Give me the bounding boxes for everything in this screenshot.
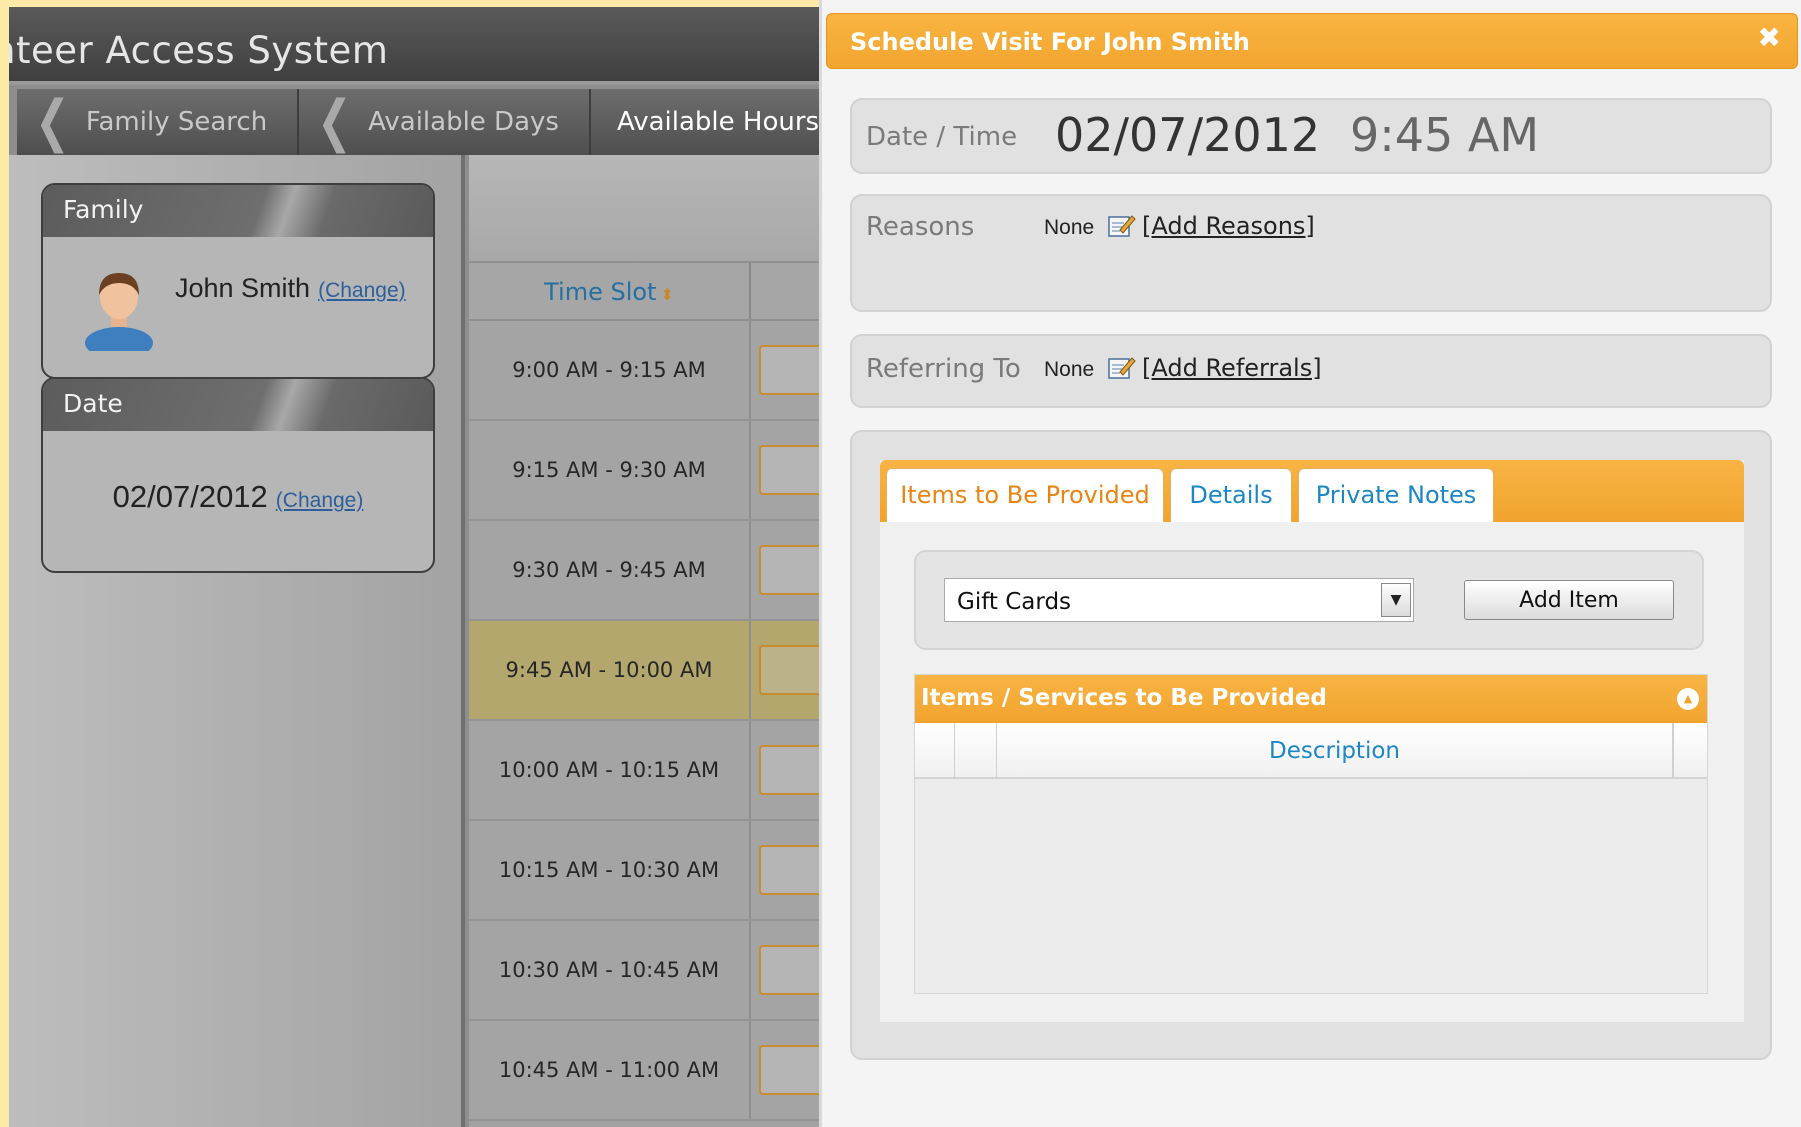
visit-date: 02/07/2012: [1055, 108, 1321, 162]
breadcrumb-label: Family Search: [85, 107, 268, 137]
items-grid-header: Description: [915, 723, 1707, 779]
time-slot-label: 9:30 AM - 9:45 AM: [469, 521, 751, 619]
time-slot-label: 10:15 AM - 10:30 AM: [469, 821, 751, 919]
family-panel-heading: Family: [43, 185, 433, 237]
reasons-label: Reasons: [866, 212, 975, 242]
add-reasons-link[interactable]: [Add Reasons]: [1142, 212, 1315, 240]
time-slot-label: 10:45 AM - 11:00 AM: [469, 1021, 751, 1119]
referring-label: Referring To: [866, 354, 1021, 384]
family-name-text: John Smith: [175, 273, 311, 303]
grid-column-blank: [1673, 723, 1707, 779]
breadcrumb: ❮ Family Search ❮ Available Days Availab…: [17, 89, 857, 155]
time-slot-header: Time Slot ⬍: [469, 261, 869, 321]
time-slot-row[interactable]: 10:30 AM - 10:45 AM: [469, 921, 869, 1021]
time-slot-row[interactable]: 9:15 AM - 9:30 AM: [469, 421, 869, 521]
time-slot-label: 9:45 AM - 10:00 AM: [469, 621, 751, 719]
items-section: Items to Be Provided Details Private Not…: [850, 430, 1772, 1060]
time-slot-row[interactable]: 9:30 AM - 9:45 AM: [469, 521, 869, 621]
app-title: nteer Access System: [9, 29, 389, 72]
add-referrals-link[interactable]: [Add Referrals]: [1142, 354, 1322, 382]
change-date-link[interactable]: (Change): [276, 489, 364, 512]
time-slot-row[interactable]: 10:15 AM - 10:30 AM: [469, 821, 869, 921]
tab-details[interactable]: Details: [1170, 468, 1292, 522]
date-panel: Date 02/07/2012 (Change): [41, 377, 435, 573]
time-slot-rows: 9:00 AM - 9:15 AM 9:15 AM - 9:30 AM 9:30 A…: [469, 321, 869, 1121]
add-item-panel: Gift Cards ▼ Add Item: [914, 550, 1704, 650]
change-family-link[interactable]: (Change): [318, 279, 406, 302]
breadcrumb-family-search[interactable]: ❮ Family Search: [17, 89, 300, 155]
time-slot-table: Time Slot ⬍ 9:00 AM - 9:15 AM 9:15 AM - 9:…: [469, 155, 869, 1127]
edit-icon[interactable]: [1108, 354, 1136, 380]
time-slot-column-header[interactable]: Time Slot ⬍: [469, 263, 751, 319]
tab-private-notes[interactable]: Private Notes: [1298, 468, 1494, 522]
item-select-value: Gift Cards: [957, 589, 1072, 615]
date-panel-heading: Date: [43, 379, 433, 431]
chevron-left-icon: ❮: [317, 89, 353, 154]
items-grid-caption-text: Items / Services to Be Provided: [921, 685, 1327, 711]
time-slot-label: 10:30 AM - 10:45 AM: [469, 921, 751, 1019]
collapse-icon[interactable]: ▲: [1677, 688, 1699, 710]
time-slot-row[interactable]: 9:00 AM - 9:15 AM: [469, 321, 869, 421]
tabs-container: Items to Be Provided Details Private Not…: [880, 460, 1744, 1022]
date-value: 02/07/2012 (Change): [43, 479, 433, 515]
sort-arrows-icon: ⬍: [660, 285, 674, 304]
breadcrumb-label: Available Hours: [616, 107, 820, 137]
time-slot-label: 9:00 AM - 9:15 AM: [469, 321, 751, 419]
time-slot-row[interactable]: 10:00 AM - 10:15 AM: [469, 721, 869, 821]
grid-column-description[interactable]: Description: [997, 723, 1673, 779]
grid-column-blank: [915, 723, 955, 779]
item-select[interactable]: Gift Cards ▼: [944, 578, 1414, 622]
time-slot-label: 10:00 AM - 10:15 AM: [469, 721, 751, 819]
datetime-label: Date / Time: [866, 122, 1018, 152]
schedule-visit-dialog: Schedule Visit For John Smith ✖ Date / T…: [819, 0, 1801, 1127]
referring-value: None: [1044, 358, 1095, 381]
reasons-value: None: [1044, 216, 1095, 239]
referring-section: Referring To None [Add Referrals]: [850, 334, 1772, 408]
chevron-left-icon: ❮: [34, 89, 71, 154]
reasons-section: Reasons None [Add Reasons]: [850, 194, 1772, 312]
time-slot-label: 9:15 AM - 9:30 AM: [469, 421, 751, 519]
breadcrumb-available-days[interactable]: ❮ Available Days: [299, 89, 591, 155]
time-slot-row[interactable]: 9:45 AM - 10:00 AM: [469, 621, 869, 721]
add-item-button[interactable]: Add Item: [1464, 580, 1674, 620]
family-name: John Smith (Change): [175, 273, 406, 304]
user-avatar-icon: [85, 273, 153, 351]
time-slot-toolbar: [469, 155, 869, 261]
dialog-titlebar: Schedule Visit For John Smith ✖: [826, 13, 1798, 69]
left-sidebar: Family John Smith (Change) Date 02/07/201…: [9, 155, 465, 1127]
chevron-down-icon[interactable]: ▼: [1381, 583, 1411, 617]
close-icon[interactable]: ✖: [1758, 24, 1781, 52]
time-slot-header-label: Time Slot: [544, 278, 657, 306]
time-slot-row[interactable]: 10:45 AM - 11:00 AM: [469, 1021, 869, 1121]
visit-time: 9:45 AM: [1350, 108, 1540, 162]
tab-bar: Items to Be Provided Details Private Not…: [880, 460, 1744, 522]
datetime-section: Date / Time 02/07/2012 9:45 AM: [850, 98, 1772, 174]
date-value-text: 02/07/2012: [112, 479, 268, 514]
grid-column-blank: [955, 723, 997, 779]
items-grid-caption: Items / Services to Be Provided ▲: [915, 675, 1707, 723]
breadcrumb-available-hours: Available Hours: [591, 89, 852, 155]
edit-icon[interactable]: [1108, 212, 1136, 238]
family-panel: Family John Smith (Change): [41, 183, 435, 379]
breadcrumb-label: Available Days: [368, 107, 559, 137]
dialog-title: Schedule Visit For John Smith: [850, 28, 1250, 56]
items-grid: Items / Services to Be Provided ▲ Descri…: [914, 674, 1708, 994]
tab-items-to-be-provided[interactable]: Items to Be Provided: [886, 468, 1164, 522]
